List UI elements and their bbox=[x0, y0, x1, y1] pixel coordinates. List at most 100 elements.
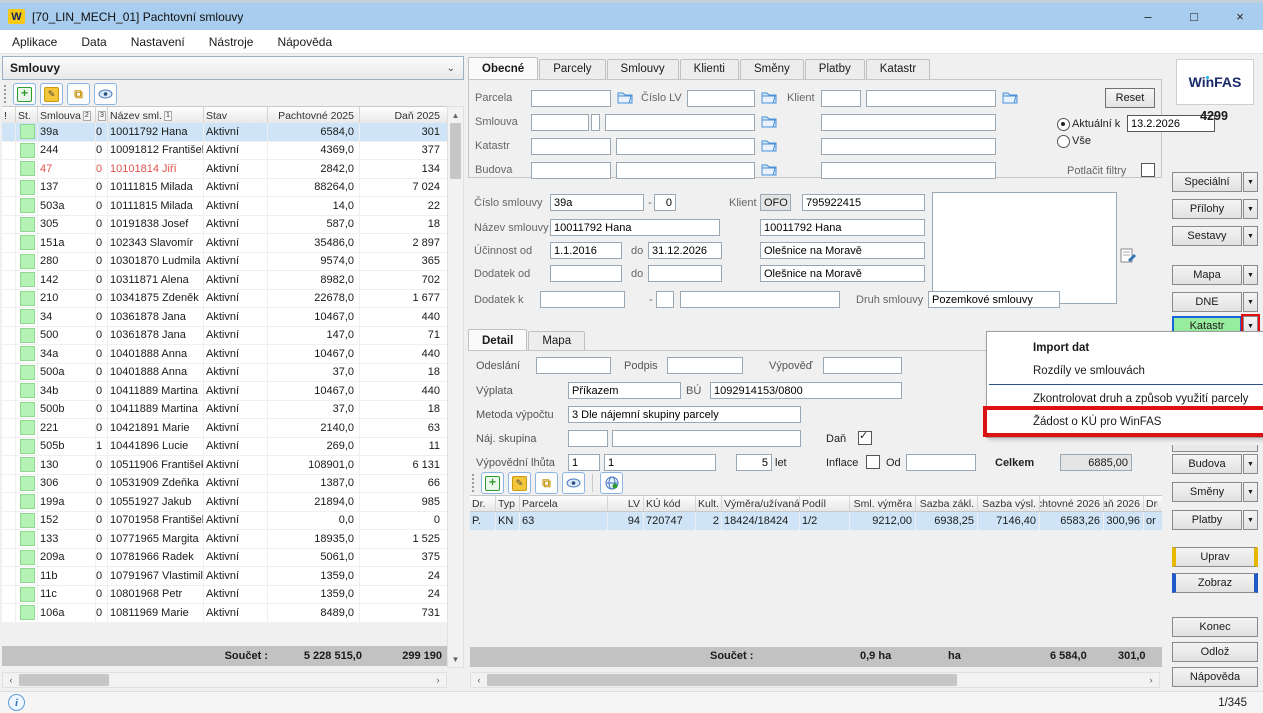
aktualni-k-radio[interactable] bbox=[1057, 118, 1070, 131]
sidebar-button-dne[interactable]: DNE▼ bbox=[1172, 292, 1258, 312]
contract-row[interactable]: 244010091812 FrantišekAktivní4369,0377 bbox=[2, 142, 447, 161]
column-header-3[interactable]: LV bbox=[608, 496, 644, 511]
chevron-down-icon[interactable]: ▼ bbox=[1243, 199, 1258, 219]
budova-name-input[interactable] bbox=[616, 162, 755, 179]
note-textarea[interactable] bbox=[932, 192, 1117, 304]
scrollbar-thumb[interactable] bbox=[487, 674, 957, 686]
budova-filter2-input[interactable] bbox=[821, 162, 996, 179]
chevron-down-icon[interactable]: ▼ bbox=[1243, 292, 1258, 312]
menubar-item[interactable]: Nápověda bbox=[265, 32, 344, 52]
contract-row[interactable]: 133010771965 MargitaAktivní18935,01 525 bbox=[2, 530, 447, 549]
parcela-input[interactable] bbox=[531, 90, 611, 107]
podpis-input[interactable] bbox=[667, 357, 743, 374]
column-header-13[interactable]: Dru bbox=[1144, 496, 1158, 511]
adresa2-input[interactable] bbox=[760, 265, 925, 282]
dan-checkbox[interactable] bbox=[858, 431, 872, 445]
druh-smlouvy-input[interactable] bbox=[928, 291, 1060, 308]
katastr-filter2-input[interactable] bbox=[821, 138, 996, 155]
klient-nazev-input[interactable] bbox=[760, 219, 925, 236]
tab-smlouvy[interactable]: Smlouvy bbox=[607, 59, 679, 79]
lhuta2-input[interactable] bbox=[604, 454, 716, 471]
inflace-od-input[interactable] bbox=[906, 454, 976, 471]
contract-row[interactable]: 500010361878 JanaAktivní147,071 bbox=[2, 327, 447, 346]
bu-input[interactable] bbox=[710, 382, 902, 399]
column-header-dodatek[interactable]: 3 bbox=[96, 107, 108, 124]
edit-icon[interactable]: ✎ bbox=[508, 472, 531, 494]
contract-row[interactable]: 500b010411889 MartinaAktivní37,018 bbox=[2, 401, 447, 420]
scroll-up-icon[interactable]: ▲ bbox=[448, 107, 463, 123]
folder-lookup-icon[interactable] bbox=[1002, 90, 1019, 105]
column-header-stav[interactable]: Stav bbox=[204, 107, 268, 124]
chevron-down-icon[interactable]: ▼ bbox=[1243, 226, 1258, 246]
contracts-horizontal-scrollbar[interactable]: ‹ › bbox=[2, 672, 447, 688]
vse-radio[interactable] bbox=[1057, 135, 1070, 148]
preview-icon[interactable] bbox=[94, 83, 117, 105]
tab-platby[interactable]: Platby bbox=[805, 59, 865, 79]
tab-obecné[interactable]: Obecné bbox=[468, 57, 538, 79]
tab-detail[interactable]: Detail bbox=[468, 329, 527, 351]
contract-row[interactable]: 280010301870 LudmilaAktivní9574,0365 bbox=[2, 253, 447, 272]
parcel-row[interactable]: P.KN6394720747218424/184241/29212,006938… bbox=[470, 512, 1162, 530]
maximize-button[interactable]: □ bbox=[1171, 3, 1217, 30]
chevron-down-icon[interactable]: ▼ bbox=[1243, 172, 1258, 192]
dodatek-k3-input[interactable] bbox=[680, 291, 840, 308]
preview-icon[interactable] bbox=[562, 472, 585, 494]
klient-input[interactable] bbox=[866, 90, 996, 107]
sidebar-button-směny[interactable]: Směny▼ bbox=[1172, 482, 1258, 502]
nazev-smlouvy-input[interactable] bbox=[550, 219, 720, 236]
sidebar-button-přílohy[interactable]: Přílohy▼ bbox=[1172, 199, 1258, 219]
inflace-checkbox[interactable] bbox=[866, 455, 880, 469]
column-header-7[interactable]: Podíl bbox=[800, 496, 850, 511]
note-edit-icon[interactable] bbox=[1120, 247, 1136, 263]
ucinnost-od-input[interactable] bbox=[550, 242, 622, 259]
copy-icon[interactable]: ⧉ bbox=[535, 472, 558, 494]
reset-button[interactable]: Reset bbox=[1105, 88, 1155, 108]
sidebar-button-speciální[interactable]: Speciální▼ bbox=[1172, 172, 1258, 192]
katastr-input[interactable] bbox=[531, 138, 611, 155]
menu-item[interactable]: Import dat bbox=[987, 336, 1263, 359]
menubar-item[interactable]: Data bbox=[69, 32, 118, 52]
parcels-horizontal-scrollbar[interactable]: ‹ › bbox=[470, 672, 1160, 688]
contract-row[interactable]: 209a010781966 RadekAktivní5061,0375 bbox=[2, 549, 447, 568]
close-button[interactable]: × bbox=[1217, 3, 1263, 30]
menu-item[interactable]: Zkontrolovat druh a způsob využití parce… bbox=[987, 387, 1263, 410]
naj-skupina-input[interactable] bbox=[568, 430, 608, 447]
scroll-down-icon[interactable]: ▼ bbox=[448, 651, 463, 667]
tab-směny[interactable]: Směny bbox=[740, 59, 804, 79]
smlouva-dodatek-input[interactable] bbox=[591, 114, 600, 131]
scroll-left-icon[interactable]: ‹ bbox=[3, 675, 19, 685]
contract-row[interactable]: 130010511906 FrantišekAktivní108901,06 1… bbox=[2, 456, 447, 475]
contract-row[interactable]: 305010191838 JosefAktivní587,018 bbox=[2, 216, 447, 235]
cislo-dodatek-input[interactable] bbox=[654, 194, 676, 211]
column-header-0[interactable]: Dr. bbox=[470, 496, 496, 511]
column-header-excl[interactable]: ! bbox=[2, 107, 16, 124]
contract-row[interactable]: 500a010401888 AnnaAktivní37,018 bbox=[2, 364, 447, 383]
menubar-item[interactable]: Nastavení bbox=[119, 32, 197, 52]
folder-lookup-icon[interactable] bbox=[761, 114, 778, 129]
column-header-12[interactable]: Daň 2026 bbox=[1104, 496, 1144, 511]
sidebar-button-konec[interactable]: Konec bbox=[1172, 617, 1258, 637]
lhuta1-input[interactable] bbox=[568, 454, 600, 471]
column-header-11[interactable]: Pachtovné 2026 bbox=[1040, 496, 1104, 511]
contract-row[interactable]: 505b110441896 LucieAktivní269,011 bbox=[2, 438, 447, 457]
contract-row[interactable]: 34a010401888 AnnaAktivní10467,0440 bbox=[2, 345, 447, 364]
copy-icon[interactable]: ⧉ bbox=[67, 83, 90, 105]
katastr-name-input[interactable] bbox=[616, 138, 755, 155]
contract-row[interactable]: 137010111815 MiladaAktivní88264,07 024 bbox=[2, 179, 447, 198]
contract-row[interactable]: 47010101814 JiříAktivní2842,0134 bbox=[2, 160, 447, 179]
adresa1-input[interactable] bbox=[760, 242, 925, 259]
contract-row[interactable]: 39a010011792 HanaAktivní6584,0301 bbox=[2, 123, 447, 142]
parcels-table-header[interactable]: Dr.TypParcelaLVKÚ kódKult.Výměra/užívaná… bbox=[470, 495, 1162, 512]
contract-row[interactable]: 142010311871 AlenaAktivní8982,0702 bbox=[2, 271, 447, 290]
sidebar-button-budova[interactable]: Budova▼ bbox=[1172, 454, 1258, 474]
klient-type-input[interactable] bbox=[821, 90, 861, 107]
column-header-4[interactable]: KÚ kód bbox=[644, 496, 696, 511]
toolbar-grip[interactable] bbox=[4, 85, 6, 103]
add-icon[interactable]: + bbox=[481, 472, 504, 494]
edit-icon[interactable]: ✎ bbox=[40, 83, 63, 105]
column-header-9[interactable]: Sazba zákl. bbox=[916, 496, 978, 511]
column-header-dan[interactable]: Daň 2025 bbox=[360, 107, 445, 124]
scroll-right-icon[interactable]: › bbox=[430, 675, 446, 685]
klient-name-input[interactable] bbox=[821, 114, 996, 131]
sidebar-button-platby[interactable]: Platby▼ bbox=[1172, 510, 1258, 530]
